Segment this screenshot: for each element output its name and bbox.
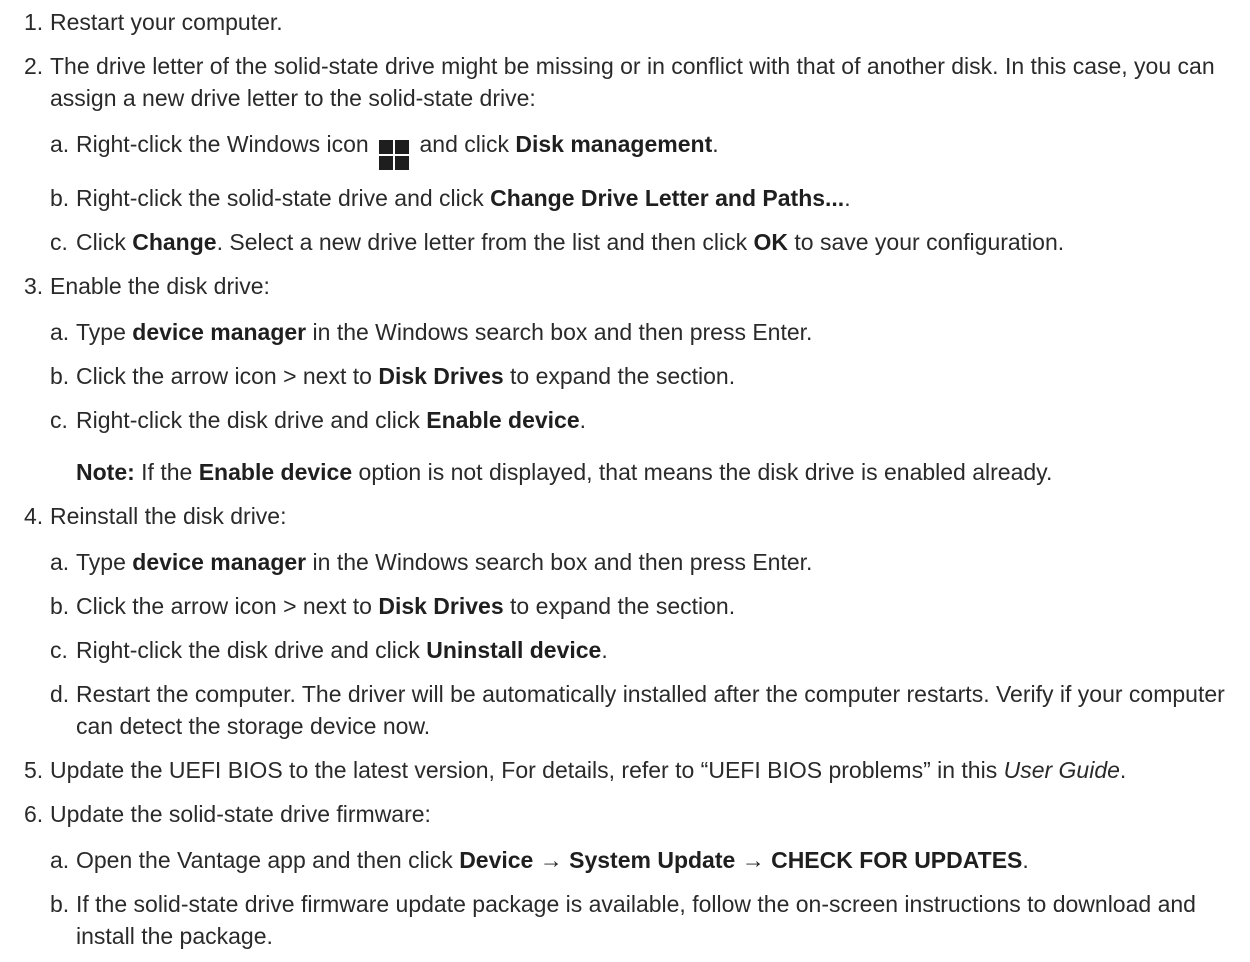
note-label: Note: <box>76 459 135 485</box>
substep-letter: b. <box>50 363 70 389</box>
substep-4d: d. Restart the computer. The driver will… <box>50 678 1238 742</box>
step-number: 4. <box>24 503 44 529</box>
substep-text: in the Windows search box and then press… <box>312 549 813 575</box>
windows-icon <box>379 140 410 170</box>
ui-term: Enable device <box>426 407 580 433</box>
note-text: If the <box>141 459 193 485</box>
ui-term: Uninstall device <box>426 637 602 663</box>
substep-text: Click the arrow icon > next to <box>76 363 372 389</box>
substep-letter: d. <box>50 681 70 707</box>
substep-text: . <box>844 185 851 211</box>
ui-term: Change Drive Letter and Paths... <box>490 185 845 211</box>
step-text: Update the UEFI BIOS to the latest versi… <box>50 757 998 783</box>
substep-text: Right-click the solid-state drive and cl… <box>76 185 484 211</box>
ui-term: device manager <box>132 319 307 345</box>
substep-3b: b. Click the arrow icon > next to Disk D… <box>50 360 1238 392</box>
substep-text: . <box>1022 847 1029 873</box>
step-text: . <box>1119 757 1127 783</box>
step-text: Restart your computer. <box>50 9 283 35</box>
substep-text: Restart the computer. The driver will be… <box>76 681 1225 739</box>
substep-text: Right-click the Windows icon <box>76 131 369 157</box>
step-text: Update the solid-state drive firmware: <box>50 801 431 827</box>
substep-4b: b. Click the arrow icon > next to Disk D… <box>50 590 1238 622</box>
ui-term: Device → System Update → CHECK FOR UPDAT… <box>459 847 1023 873</box>
substep-text: in the Windows search box and then press… <box>312 319 813 345</box>
note-text: option is not displayed, that means the … <box>358 459 1053 485</box>
step-text: Reinstall the disk drive: <box>50 503 287 529</box>
substep-text: Right-click the disk drive and click <box>76 637 420 663</box>
substep-letter: c. <box>50 637 68 663</box>
note: Note: If the Enable device option is not… <box>50 456 1238 488</box>
substep-letter: a. <box>50 847 70 873</box>
ui-term: device manager <box>132 549 307 575</box>
step-number: 1. <box>24 9 44 35</box>
substep-letter: b. <box>50 891 70 917</box>
substep-letter: a. <box>50 549 70 575</box>
substep-3a: a. Type device manager in the Windows se… <box>50 316 1238 348</box>
substep-letter: c. <box>50 229 68 255</box>
step-number: 2. <box>24 53 44 79</box>
step-text: Enable the disk drive: <box>50 273 270 299</box>
ui-term: Enable device <box>198 459 353 485</box>
guide-title: User Guide <box>1003 757 1120 783</box>
substep-text: Click the arrow icon > next to <box>76 593 372 619</box>
substep-letter: c. <box>50 407 68 433</box>
step-number: 6. <box>24 801 44 827</box>
substep-4c: c. Right-click the disk drive and click … <box>50 634 1238 666</box>
troubleshooting-steps: 1. Restart your computer. 2. The drive l… <box>0 0 1250 952</box>
substep-2b: b. Right-click the solid-state drive and… <box>50 182 1238 214</box>
substep-text: to expand the section. <box>510 363 736 389</box>
step-1: 1. Restart your computer. <box>24 6 1238 38</box>
substep-letter: a. <box>50 131 70 157</box>
substep-text: Type <box>76 549 126 575</box>
substep-letter: a. <box>50 319 70 345</box>
substep-text: to save your configuration. <box>794 229 1065 255</box>
substep-6a: a. Open the Vantage app and then click D… <box>50 844 1238 876</box>
substep-2c: c. Click Change. Select a new drive lett… <box>50 226 1238 258</box>
substep-6b: b. If the solid-state drive firmware upd… <box>50 888 1238 952</box>
ui-term: Disk Drives <box>378 363 504 389</box>
substep-text: to expand the section. <box>510 593 736 619</box>
substep-text: . <box>712 131 719 157</box>
substep-letter: b. <box>50 593 70 619</box>
step-5: 5. Update the UEFI BIOS to the latest ve… <box>24 754 1238 786</box>
step-number: 3. <box>24 273 44 299</box>
step-6: 6. Update the solid-state drive firmware… <box>24 798 1238 952</box>
substep-4a: a. Type device manager in the Windows se… <box>50 546 1238 578</box>
substep-text: Click <box>76 229 126 255</box>
step-text: The drive letter of the solid-state driv… <box>50 53 1215 111</box>
substep-text: Open the Vantage app and then click <box>76 847 453 873</box>
substep-text: and click <box>419 131 509 157</box>
step-4: 4. Reinstall the disk drive: a. Type dev… <box>24 500 1238 742</box>
step-number: 5. <box>24 757 44 783</box>
substep-text: . <box>601 637 608 663</box>
step-3: 3. Enable the disk drive: a. Type device… <box>24 270 1238 488</box>
substep-text: If the solid-state drive firmware update… <box>76 891 1196 949</box>
ui-term: Change <box>132 229 217 255</box>
ui-term: Disk Drives <box>378 593 504 619</box>
substep-2a: a. Right-click the Windows icon and clic… <box>50 128 1238 170</box>
step-2: 2. The drive letter of the solid-state d… <box>24 50 1238 258</box>
substep-letter: b. <box>50 185 70 211</box>
substep-text: Right-click the disk drive and click <box>76 407 420 433</box>
substep-text: . <box>579 407 587 433</box>
ui-term: OK <box>753 229 789 255</box>
substep-text: . Select a new drive letter from the lis… <box>216 229 748 255</box>
ui-term: Disk management <box>515 131 713 157</box>
substep-3c: c. Right-click the disk drive and click … <box>50 404 1238 436</box>
substep-text: Type <box>76 319 126 345</box>
